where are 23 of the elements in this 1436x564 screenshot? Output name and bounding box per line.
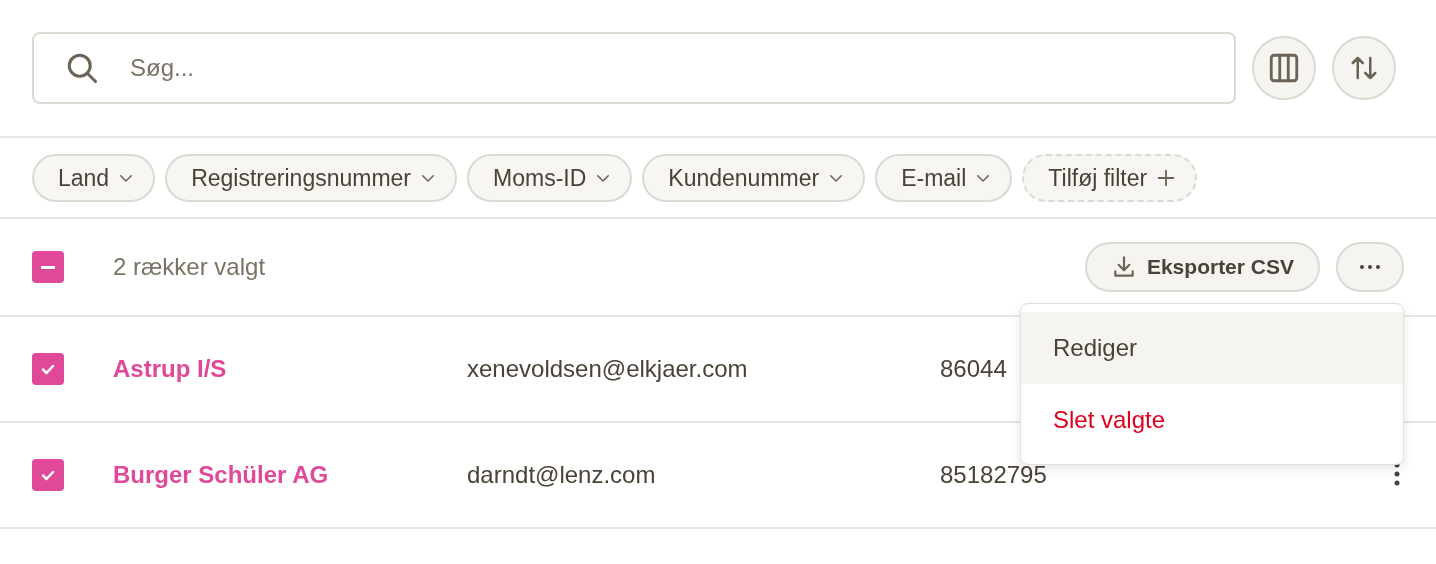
row-checkbox[interactable] xyxy=(32,353,64,385)
add-filter-button[interactable]: Tilføj filter xyxy=(1022,154,1198,202)
search-field[interactable]: Søg... xyxy=(32,32,1236,104)
customer-name-link[interactable]: Burger Schüler AG xyxy=(113,461,467,489)
email-cell-text: xenevoldsen@elkjaer.com xyxy=(467,355,749,383)
export-csv-button[interactable]: Eksporter CSV xyxy=(1084,242,1320,292)
filter-chip[interactable]: Moms-ID xyxy=(467,154,633,202)
number-cell-text: 86044 xyxy=(940,355,1008,383)
select-all-checkbox[interactable] xyxy=(32,251,64,283)
selection-count: 2 rækker valgt xyxy=(113,253,267,281)
columns-icon xyxy=(1267,51,1301,85)
menu-item[interactable]: Rediger xyxy=(1021,312,1403,384)
row-checkbox[interactable] xyxy=(32,459,64,491)
filter-chip[interactable]: Land xyxy=(32,154,156,202)
filter-chip[interactable]: Kundenummer xyxy=(642,154,866,202)
email-cell-text: darndt@lenz.com xyxy=(467,461,657,489)
menu-item[interactable]: Slet valgte xyxy=(1021,384,1403,456)
more-icon xyxy=(1359,264,1381,270)
customer-name-link[interactable]: Astrup I/S xyxy=(113,355,467,383)
minus-icon xyxy=(41,265,55,269)
filter-chip[interactable]: Registreringsnummer xyxy=(165,154,458,202)
number-cell-text: 85182795 xyxy=(940,461,1048,489)
filter-chip[interactable]: E-mail xyxy=(875,154,1013,202)
